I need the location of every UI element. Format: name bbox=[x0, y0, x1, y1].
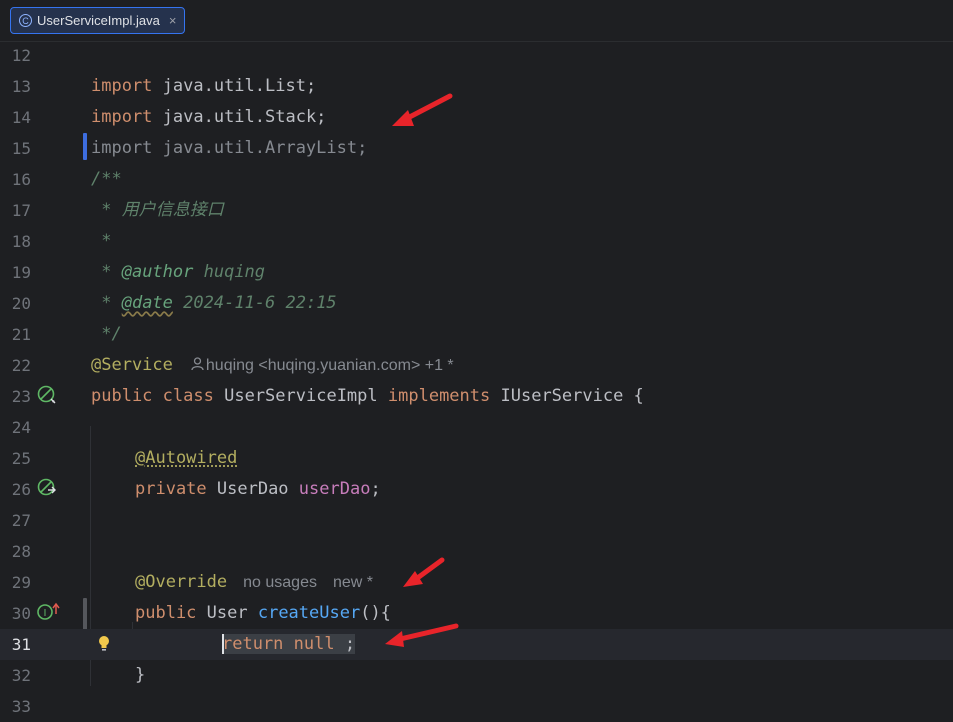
line-number: 17 bbox=[11, 201, 31, 220]
author-inlay-hint[interactable]: new * bbox=[333, 574, 373, 591]
doc-tag: @author bbox=[121, 262, 194, 282]
line-number: 18 bbox=[11, 232, 31, 251]
author-inlay-hint[interactable]: huqing <huqing.yuanian.com> +1 * bbox=[191, 357, 454, 374]
code-line: 20 * @date 2024-11-6 22:15 bbox=[0, 288, 953, 319]
line-number: 14 bbox=[11, 108, 31, 127]
code-line: 12 bbox=[0, 40, 953, 71]
doc-comment: * bbox=[91, 231, 112, 251]
code-line: 25 @Autowired bbox=[0, 443, 953, 474]
doc-comment: */ bbox=[91, 324, 122, 344]
line-number: 16 bbox=[11, 170, 31, 189]
code-line: 13 import java.util.List; bbox=[0, 71, 953, 102]
code-editor[interactable]: 12 13 import java.util.List; 14 import j… bbox=[0, 40, 953, 716]
interface-name: IUserService { bbox=[500, 386, 644, 406]
keyword: import bbox=[91, 76, 153, 96]
line-number: 24 bbox=[11, 418, 31, 437]
code-line: 22 @Service huqing <huqing.yuanian.com> +… bbox=[0, 350, 953, 381]
code-line: 19 * @author huqing bbox=[0, 257, 953, 288]
keyword: private bbox=[135, 479, 207, 499]
line-number: 27 bbox=[11, 511, 31, 530]
keyword: return bbox=[222, 634, 284, 654]
type-name: UserDao bbox=[206, 479, 299, 499]
author-hint-text: huqing <huqing.yuanian.com> +1 * bbox=[205, 357, 454, 374]
annotation: @Override bbox=[135, 572, 228, 592]
doc-comment: * 用户信息接口 bbox=[91, 200, 224, 220]
punctuation: ; bbox=[334, 634, 356, 654]
annotation: @Autowired bbox=[135, 448, 238, 468]
lightbulb-icon[interactable] bbox=[97, 635, 111, 653]
line-number: 13 bbox=[11, 77, 31, 96]
close-icon[interactable]: × bbox=[169, 13, 177, 28]
code-line: 18 * bbox=[0, 226, 953, 257]
code-line: 30 public User createUser(){ bbox=[0, 598, 953, 629]
selected-statement[interactable]: return null ; bbox=[222, 634, 356, 654]
import-path: java.util.Stack; bbox=[152, 107, 327, 127]
doc-comment: * bbox=[91, 262, 122, 282]
keyword: import bbox=[91, 107, 153, 127]
usages-inlay-hint[interactable]: no usages bbox=[243, 574, 317, 591]
code-line: 29 @Override no usages new * bbox=[0, 567, 953, 598]
keyword: null bbox=[293, 634, 335, 654]
autowired-navigate-icon[interactable] bbox=[37, 478, 57, 498]
doc-comment: * bbox=[91, 293, 122, 313]
file-tab[interactable]: C UserServiceImpl.java × bbox=[10, 7, 186, 34]
red-arrow-annotation bbox=[385, 623, 459, 647]
doc-tag: @date bbox=[121, 293, 173, 313]
vcs-change-marker[interactable] bbox=[83, 133, 87, 160]
keyword: implements bbox=[387, 386, 491, 406]
line-number: 23 bbox=[11, 387, 31, 406]
code-line: 28 bbox=[0, 536, 953, 567]
punctuation: ; bbox=[370, 479, 381, 499]
svg-text:I: I bbox=[44, 608, 47, 619]
code-line: 26 private UserDao userDao; bbox=[0, 474, 953, 505]
class-name: UserServiceImpl bbox=[224, 386, 378, 406]
red-arrow-annotation bbox=[403, 557, 445, 587]
line-number: 30 bbox=[11, 604, 31, 623]
line-number: 29 bbox=[11, 573, 31, 592]
red-arrow-annotation bbox=[392, 93, 453, 126]
code-line: 33 bbox=[0, 691, 953, 722]
punctuation: } bbox=[135, 665, 146, 685]
line-number: 12 bbox=[11, 46, 31, 65]
keyword: class bbox=[162, 386, 214, 406]
doc-comment: /** bbox=[91, 169, 122, 189]
method-name: createUser bbox=[257, 603, 361, 623]
keyword: public bbox=[135, 603, 197, 623]
field-name: userDao bbox=[298, 479, 371, 499]
line-number: 32 bbox=[11, 666, 31, 685]
annotation: @Service bbox=[91, 355, 173, 375]
line-number: 25 bbox=[11, 449, 31, 468]
import-path: java.util.List; bbox=[152, 76, 317, 96]
class-icon: C bbox=[19, 14, 32, 27]
code-line: 23 public class UserServiceImpl implemen… bbox=[0, 381, 953, 412]
line-number: 22 bbox=[11, 356, 31, 375]
code-line: 24 bbox=[0, 412, 953, 443]
line-number: 31 bbox=[11, 635, 31, 654]
file-tab-label: UserServiceImpl.java bbox=[37, 13, 160, 28]
code-line: 27 bbox=[0, 505, 953, 536]
code-line-current: 31 return null ; bbox=[0, 629, 953, 660]
code-line: 15 import java.util.ArrayList; bbox=[0, 133, 953, 164]
type-name: User bbox=[196, 603, 258, 623]
code-line: 16 /** bbox=[0, 164, 953, 195]
line-number: 26 bbox=[11, 480, 31, 499]
line-number: 15 bbox=[11, 139, 31, 158]
unused-import: import java.util.ArrayList; bbox=[91, 138, 368, 158]
code-line: 17 * 用户信息接口 bbox=[0, 195, 953, 226]
line-number: 20 bbox=[11, 294, 31, 313]
doc-value: 2024-11-6 22:15 bbox=[172, 293, 337, 313]
code-line: 32 } bbox=[0, 660, 953, 691]
code-line: 21 */ bbox=[0, 319, 953, 350]
keyword: public bbox=[91, 386, 153, 406]
line-number: 21 bbox=[11, 325, 31, 344]
user-icon bbox=[191, 357, 204, 371]
line-number: 28 bbox=[11, 542, 31, 561]
doc-value: huqing bbox=[193, 262, 266, 282]
editor-tab-bar: C UserServiceImpl.java × bbox=[0, 0, 953, 42]
line-number: 19 bbox=[11, 263, 31, 282]
implements-method-icon[interactable]: I bbox=[37, 602, 61, 622]
spring-bean-icon[interactable] bbox=[37, 385, 57, 405]
line-number: 33 bbox=[11, 697, 31, 716]
code-line: 14 import java.util.Stack; bbox=[0, 102, 953, 133]
